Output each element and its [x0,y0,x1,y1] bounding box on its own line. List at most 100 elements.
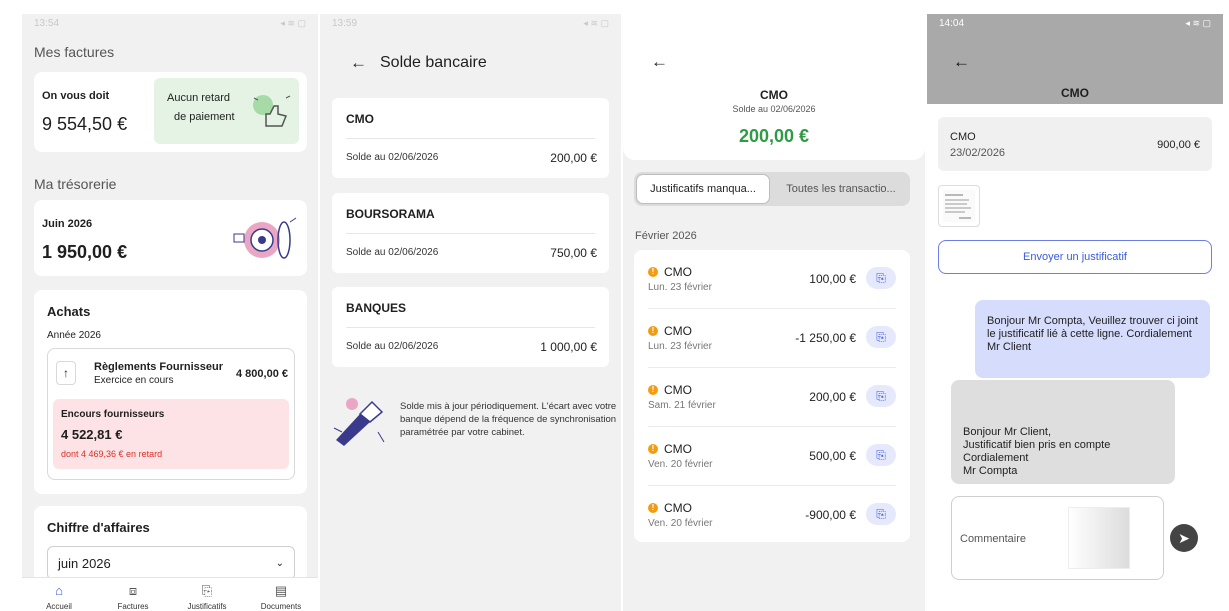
transaction-date: Lun. 23 février [648,282,712,293]
transaction-name: CMO [664,501,692,515]
revenue-select-value: juin 2026 [58,555,111,571]
transaction-amount: -900,00 € [805,508,856,522]
transaction-row[interactable]: ! CMO Ven. 20 février -900,00 € ⎘ [634,486,910,545]
bottom-navigation: ⌂ Accueil ⧈ Factures ⎘ Justificatifs ▤ D… [22,577,318,611]
status-time: 14:04 [939,17,965,29]
treasury-title: Ma trésorerie [34,176,117,192]
bank-transactions-screen: ← CMO Solde au 02/06/2026 200,00 € Justi… [623,14,925,611]
purchases-title: Achats [47,304,91,319]
tab-missing-receipts[interactable]: Justificatifs manqua... [636,174,770,204]
telescope-illustration-icon [333,398,385,446]
document-icon: ▤ [274,583,288,598]
treasury-card[interactable]: Juin 2026 1 950,00 € [34,200,307,276]
transaction-name: CMO [664,383,692,397]
warning-icon: ! [648,326,658,336]
page-title: Solde bancaire [380,54,487,71]
nav-label-home: Accueil [46,602,72,611]
warning-icon: ! [648,503,658,513]
supplier-payments-sub: Exercice en cours [94,375,174,386]
transaction-amount: 500,00 € [809,449,856,463]
transaction-date: Ven. 20 février [648,518,713,529]
send-message-icon[interactable]: ➤ [1170,524,1198,552]
outstanding-box: Encours fournisseurs 4 522,81 € dont 4 4… [53,399,289,469]
back-arrow-icon[interactable]: ← [651,52,668,72]
status-bar: 13:54 ◂ ≋ ▢ [22,14,318,32]
invoices-card[interactable]: On vous doit 9 554,50 € Aucun retard de … [34,72,307,152]
chat-header: 14:04 ◂ ≋ ▢ ← CMO [927,14,1223,104]
bank-item-boursorama[interactable]: BOURSORAMA Solde au 02/06/2026 750,00 € [332,193,609,273]
bank-item-cmo[interactable]: CMO Solde au 02/06/2026 200,00 € [332,98,609,178]
balance-amount: 200,00 € [738,126,810,146]
tab-all-transactions[interactable]: Toutes les transactio... [774,174,908,204]
accountant-msg-line3: Cordialement [963,452,1029,464]
divider [346,233,595,234]
comment-input-box[interactable]: Commentaire [951,496,1164,580]
nav-item-documents[interactable]: ▤ Documents [251,578,311,611]
receipt-document-icon [943,190,975,222]
transaction-name: CMO [664,324,692,338]
send-receipt-button[interactable]: Envoyer un justificatif [938,240,1212,274]
bank-date: Solde au 02/06/2026 [346,341,439,352]
dashboard-screen: 13:54 ◂ ≋ ▢ Mes factures On vous doit 9 … [22,14,318,611]
transaction-row[interactable]: ! CMO Lun. 23 février 100,00 € ⎘ [634,250,910,309]
bank-date: Solde au 02/06/2026 [346,247,439,258]
bank-name: BANQUES [346,301,407,315]
divider [346,327,595,328]
status-icons: ◂ ≋ ▢ [1185,17,1211,28]
status-bar: 14:04 ◂ ≋ ▢ [927,14,1223,32]
warning-icon: ! [648,267,658,277]
no-delay-line1: Aucun retard [167,92,230,104]
transaction-name: CMO [950,131,976,143]
supplier-payments-amount: 4 800,00 € [236,368,288,380]
back-arrow-icon[interactable]: ← [953,52,970,72]
transaction-amount: -1 250,00 € [795,331,856,345]
warning-icon: ! [648,444,658,454]
transaction-row[interactable]: ! CMO Lun. 23 février -1 250,00 € ⎘ [634,309,910,368]
back-arrow-icon[interactable]: ← [350,53,367,73]
transaction-date: 23/02/2026 [950,147,1006,159]
divider [346,138,595,139]
transaction-summary: CMO 23/02/2026 900,00 € [938,117,1212,171]
revenue-month-select[interactable]: juin 2026 ⌄ [47,546,295,580]
transaction-amount: 200,00 € [809,390,856,404]
month-header: Février 2026 [635,230,697,242]
transaction-amount: 900,00 € [1157,139,1200,151]
transactions-tab-switch: Justificatifs manqua... Toutes les trans… [634,172,910,206]
transaction-name: CMO [664,442,692,456]
bank-date: Solde au 02/06/2026 [346,152,439,163]
accountant-msg-line4: Mr Compta [963,465,1018,477]
balance-date: Solde au 02/06/2026 [732,104,816,114]
receipt-thumbnail[interactable] [938,185,980,227]
transaction-row[interactable]: ! CMO Ven. 20 février 500,00 € ⎘ [634,427,910,486]
bank-amount: 1 000,00 € [540,340,597,354]
bank-amount: 200,00 € [550,151,597,165]
owed-label: On vous doit [42,90,110,102]
attach-paperclip-icon[interactable]: ⎘ [866,326,896,348]
nav-item-home[interactable]: ⌂ Accueil [29,578,89,611]
supplier-payments-label: Règlements Fournisseur [94,361,223,373]
safe-illustration-icon [233,217,297,259]
bank-name: CMO [346,112,374,126]
warning-icon: ! [648,385,658,395]
owed-amount: 9 554,50 € [42,114,128,134]
nav-item-invoices[interactable]: ⧈ Factures [103,578,163,611]
attach-paperclip-icon[interactable]: ⎘ [866,503,896,525]
attach-paperclip-icon[interactable]: ⎘ [866,267,896,289]
attach-paperclip-icon[interactable]: ⎘ [866,444,896,466]
status-bar: 13:59 ◂ ≋ ▢ [320,14,621,32]
outstanding-amount: 4 522,81 € [61,427,123,442]
transaction-date: Lun. 23 février [648,341,712,352]
accountant-msg-line1: Bonjour Mr Client, [963,426,1052,438]
supplier-payments-card[interactable]: ↑ Règlements Fournisseur Exercice en cou… [47,348,295,480]
bank-item-banques[interactable]: BANQUES Solde au 02/06/2026 1 000,00 € [332,287,609,367]
nav-label-invoices: Factures [117,602,149,611]
home-icon: ⌂ [55,583,63,598]
info-text: Solde mis à jour périodiquement. L'écart… [400,401,617,438]
transaction-date: Ven. 20 février [648,459,713,470]
thumbs-up-icon [253,95,291,127]
no-delay-badge: Aucun retard de paiement [154,78,299,144]
transaction-row[interactable]: ! CMO Sam. 21 février 200,00 € ⎘ [634,368,910,427]
attach-paperclip-icon[interactable]: ⎘ [866,385,896,407]
nav-item-receipts[interactable]: ⎘ Justificatifs [177,578,237,611]
attachment-preview [1068,507,1130,569]
